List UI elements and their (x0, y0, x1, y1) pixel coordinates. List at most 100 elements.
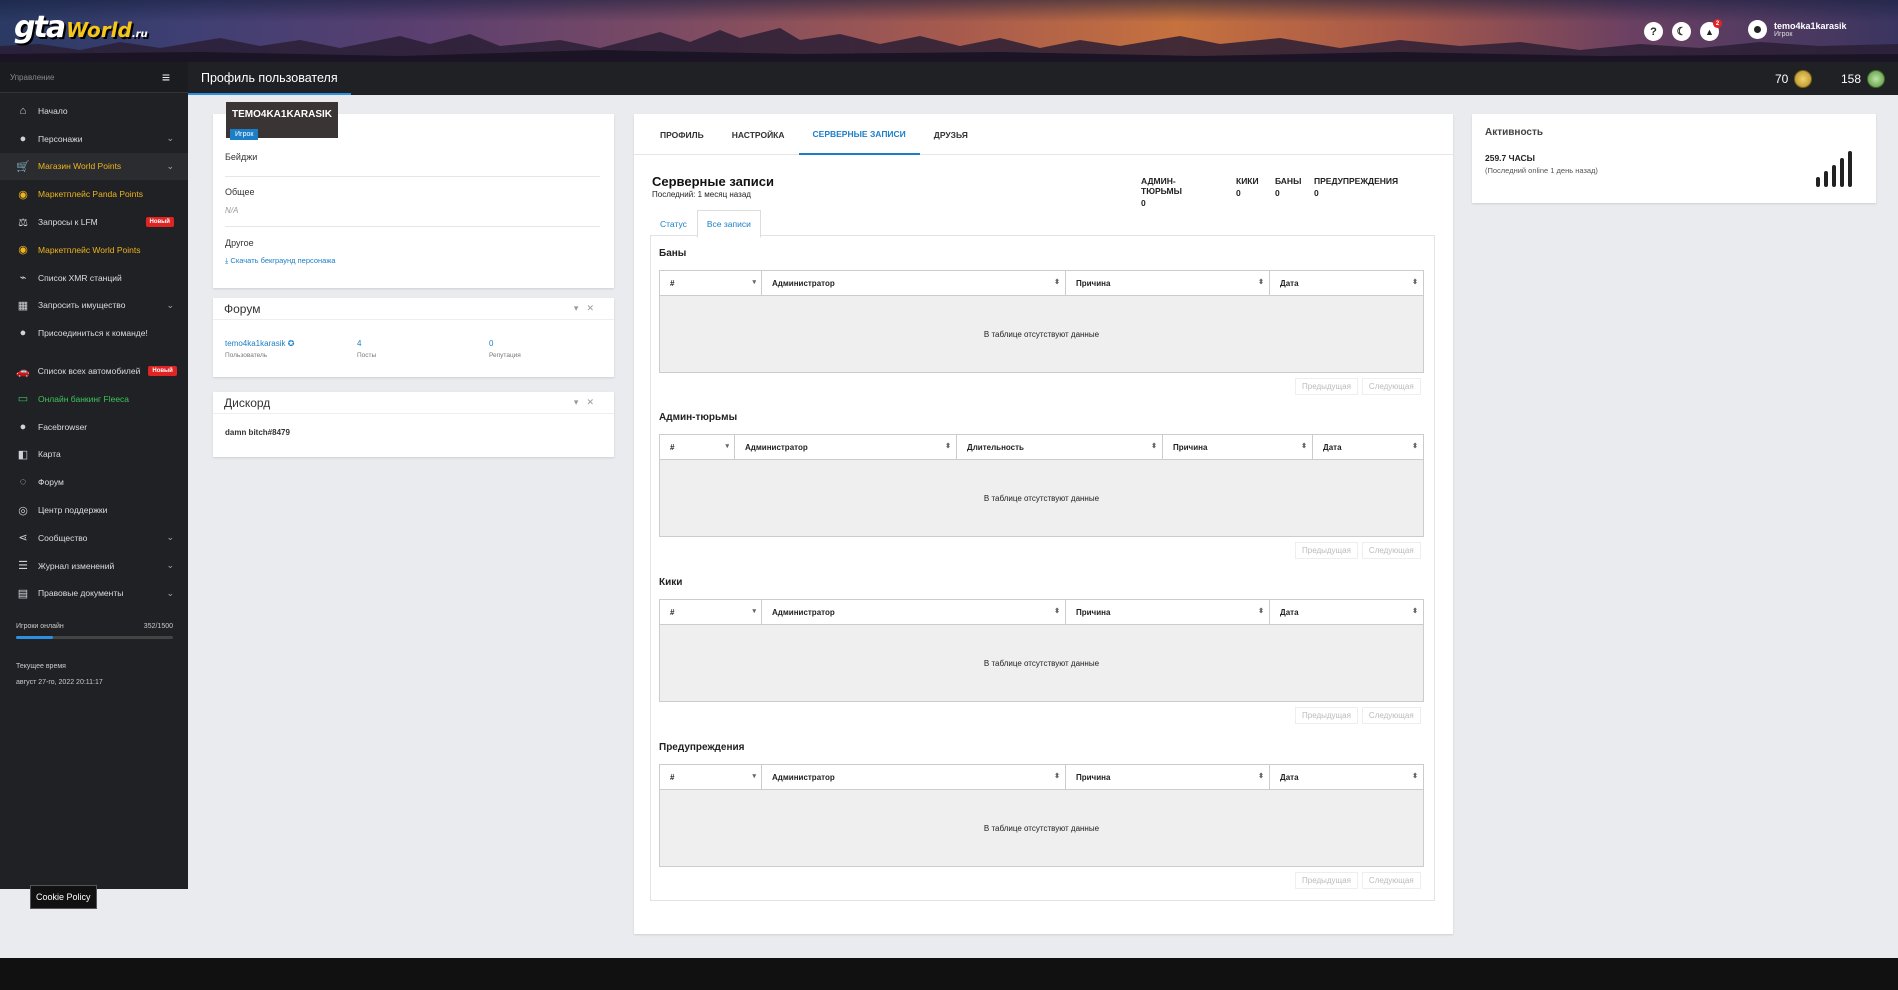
col-header[interactable]: Дата ⬍ (1312, 434, 1424, 460)
sidebar-item-items28[interactable]: ▤ Правовые документы ⌄ (0, 580, 188, 608)
chevron-down-icon: ⌄ (166, 299, 174, 310)
sidebar-item-items8[interactable]: ● Присоединиться к команде! (0, 319, 188, 347)
col-header[interactable]: Администратор ⬍ (761, 270, 1066, 296)
collapse-icon[interactable]: ▾ (574, 303, 587, 313)
sidebar-item-items25[interactable]: ◎ Центр поддержки (0, 496, 188, 524)
stat-points: 70 (1775, 70, 1813, 88)
bell-icon[interactable]: ▲ 2 (1700, 19, 1722, 41)
activity-last-online: (Последний online 1 день назад) (1485, 166, 1598, 175)
sidebar-item-items24[interactable]: ◌ Форум (0, 468, 188, 496)
col-header[interactable]: # ▾ (659, 764, 762, 790)
sidebar-header-label: Управление (10, 72, 55, 82)
col-header[interactable]: # ▾ (659, 599, 762, 625)
col-header[interactable]: Длительность ⬍ (956, 434, 1163, 460)
col-header[interactable]: Администратор ⬍ (761, 599, 1066, 625)
col-header[interactable]: Причина ⬍ (1065, 270, 1270, 296)
sidebar-item-label: Присоединиться к команде! (38, 328, 148, 339)
stat-kicks: КИКИ 0 (1236, 176, 1259, 198)
tab-server-records[interactable]: СЕРВЕРНЫЕ ЗАПИСИ (798, 114, 920, 155)
document-icon: ▤ (17, 587, 29, 600)
sidebar-item-items21[interactable]: ▭ Онлайн банкинг Fleeca (0, 385, 188, 413)
cookie-policy-button[interactable]: Cookie Policy (30, 885, 97, 909)
forum-user-link[interactable]: temo4ka1karasik ✪ (225, 339, 294, 348)
sidebar-item-label: Карта (38, 449, 61, 460)
comments-icon: ◌ (19, 476, 27, 489)
other-label: Другое (225, 238, 254, 248)
sidebar-item-label: Маркетплейс World Points (38, 244, 141, 255)
sidebar-item-items20[interactable]: 🚗 Список всех автомобилей Новый (0, 357, 188, 385)
activity-title: Активность (1485, 127, 1544, 138)
next-button[interactable]: Следующая (1361, 378, 1421, 395)
subtab-status[interactable]: Статус (650, 210, 697, 238)
prev-button[interactable]: Предыдущая (1295, 378, 1358, 395)
car-icon: 🚗 (16, 365, 30, 378)
medal-green-icon (1867, 70, 1886, 88)
signal-bars-icon (1816, 151, 1852, 187)
stat-bans: БАНЫ 0 (1275, 176, 1302, 198)
sidebar-item-items2[interactable]: 🛒 Магазин World Points ⌄ (0, 152, 188, 181)
col-header[interactable]: Причина ⬍ (1065, 599, 1270, 625)
download-background-link[interactable]: ⤓ Скачать бекграунд персонажа (225, 256, 336, 266)
records-title: Серверные записи (652, 174, 774, 189)
discord-card: Дискорд ▾✕ damn bitch#8479 (213, 392, 614, 457)
forum-user-label: Пользователь (225, 352, 268, 359)
forum-title: Форум (224, 301, 261, 316)
prev-button[interactable]: Предыдущая (1295, 707, 1358, 724)
col-header[interactable]: Причина ⬍ (1162, 434, 1313, 460)
next-button[interactable]: Следующая (1361, 707, 1421, 724)
site-logo[interactable]: gta World.ru (14, 10, 148, 45)
col-header[interactable]: Дата ⬍ (1269, 599, 1424, 625)
tab-profile[interactable]: ПРОФИЛЬ (646, 114, 718, 155)
sidebar-item-label: Магазин World Points (38, 161, 122, 172)
general-value: N/A (225, 206, 239, 215)
sidebar-item-items7[interactable]: ▦ Запросить имущество ⌄ (0, 292, 188, 320)
col-header[interactable]: Дата ⬍ (1269, 764, 1424, 790)
user-menu[interactable]: temo4ka1karasik Игрок (1748, 20, 1847, 39)
stat-warnings: ПРЕДУПРЕЖДЕНИЯ 0 (1314, 176, 1399, 198)
sidebar-item-label: Журнал изменений (38, 560, 115, 571)
coins-icon: ◉ (18, 244, 28, 257)
col-header[interactable]: # ▾ (659, 270, 762, 296)
help-icon[interactable]: ? (1644, 22, 1663, 41)
sidebar-item-items4[interactable]: ⚖ Запросы к LFM Новый (0, 208, 188, 236)
sidebar-item-items0[interactable]: ⌂ Начало (0, 97, 188, 125)
medal-icon (1794, 70, 1813, 88)
next-button[interactable]: Следующая (1361, 542, 1421, 559)
col-header[interactable]: Дата ⬍ (1269, 270, 1424, 296)
menu-toggle-icon[interactable]: ≡ (154, 69, 178, 85)
close-icon[interactable]: ✕ (586, 397, 602, 407)
sidebar-item-items26[interactable]: ⋖ Сообщество ⌄ (0, 524, 188, 552)
sidebar-item-items22[interactable]: ● Facebrowser (0, 413, 188, 441)
sidebar-item-items3[interactable]: ◉ Маркетплейс Panda Points (0, 180, 188, 208)
sidebar-item-items27[interactable]: ☰ Журнал изменений ⌄ (0, 552, 188, 580)
sidebar-item-label: Правовые документы (38, 588, 124, 599)
sidebar-item-items1[interactable]: ● Персонажи ⌄ (0, 125, 188, 153)
tab-settings[interactable]: НАСТРОЙКА (718, 114, 799, 155)
forum-rep-value[interactable]: 0 (489, 339, 521, 348)
sidebar-item-label: Персонажи (38, 133, 83, 144)
discord-title: Дискорд (224, 395, 271, 410)
collapse-icon[interactable]: ▾ (574, 397, 587, 407)
forum-posts-value[interactable]: 4 (357, 339, 376, 348)
sidebar-item-items5[interactable]: ◉ Маркетплейс World Points (0, 236, 188, 264)
col-header[interactable]: Администратор ⬍ (761, 764, 1066, 790)
prev-button[interactable]: Предыдущая (1295, 872, 1358, 889)
forum-posts-label: Посты (357, 352, 377, 359)
prev-button[interactable]: Предыдущая (1295, 542, 1358, 559)
scales-icon: ⚖ (18, 216, 28, 229)
sidebar-item-items23[interactable]: ◧ Карта (0, 441, 188, 469)
page-titlebar: Профиль пользователя 70 158 (188, 62, 1898, 95)
moon-icon[interactable]: ☾ (1672, 22, 1691, 41)
close-icon[interactable]: ✕ (586, 303, 602, 313)
empty-row: В таблице отсутствуют данные (659, 295, 1424, 373)
tab-friends[interactable]: ДРУЗЬЯ (920, 114, 982, 155)
col-header[interactable]: Администратор ⬍ (734, 434, 957, 460)
sidebar-item-items6[interactable]: ⌁ Список XMR станций (0, 264, 188, 292)
time-value: август 27-го, 2022 20:11:17 (16, 679, 103, 687)
col-header[interactable]: Причина ⬍ (1065, 764, 1270, 790)
col-header[interactable]: # ▾ (659, 434, 735, 460)
subtab-all-records[interactable]: Все записи (696, 210, 761, 238)
kicks-pager: Предыдущая Следующая (1295, 707, 1421, 724)
stat-jails: АДМИН-ТЮРЬМЫ 0 (1141, 176, 1182, 208)
next-button[interactable]: Следующая (1361, 872, 1421, 889)
